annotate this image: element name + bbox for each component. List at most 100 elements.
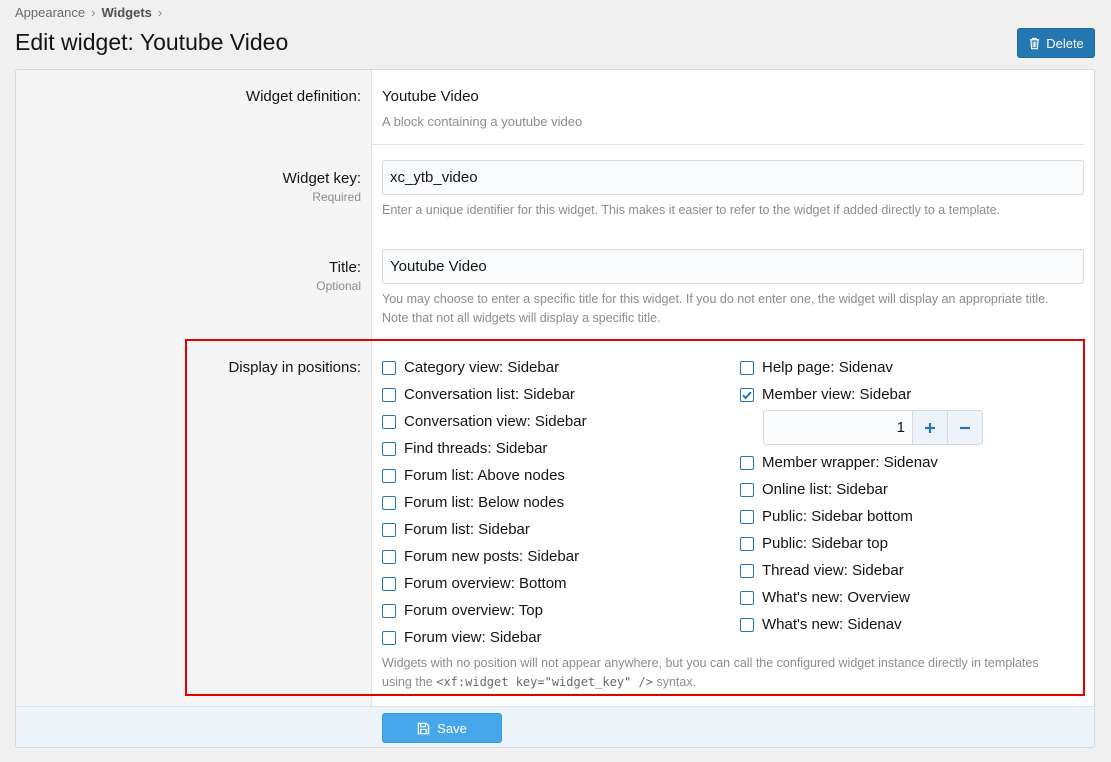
widget-key-required: Required xyxy=(312,190,361,204)
title-hint-line-2: Note that not all widgets will display a… xyxy=(382,311,661,325)
position-member-view-sidebar[interactable]: Member view: Sidebar xyxy=(740,386,911,403)
checkbox[interactable] xyxy=(382,468,396,483)
checkbox[interactable] xyxy=(382,387,396,402)
position-label: Conversation list: Sidebar xyxy=(404,386,575,403)
position-label: Member wrapper: Sidenav xyxy=(762,454,938,471)
position-whats-new-sidenav[interactable]: What's new: Sidenav xyxy=(740,616,902,633)
delete-button-label: Delete xyxy=(1046,35,1084,51)
position-forum-list-above-nodes[interactable]: Forum list: Above nodes xyxy=(382,467,565,484)
position-conversation-list-sidebar[interactable]: Conversation list: Sidebar xyxy=(382,386,575,403)
position-online-list-sidebar[interactable]: Online list: Sidebar xyxy=(740,481,888,498)
position-label: Category view: Sidebar xyxy=(404,359,560,376)
position-label: Forum view: Sidebar xyxy=(404,629,542,646)
position-forum-overview-bottom[interactable]: Forum overview: Bottom xyxy=(382,575,567,592)
display-order-stepper: 1 xyxy=(763,410,983,445)
position-label: What's new: Overview xyxy=(762,589,910,606)
save-button[interactable]: Save xyxy=(382,713,502,743)
delete-button[interactable]: Delete xyxy=(1017,28,1095,58)
title-label: Title: xyxy=(329,259,361,276)
position-thread-view-sidebar[interactable]: Thread view: Sidebar xyxy=(740,562,904,579)
title-input[interactable] xyxy=(382,249,1084,284)
checkbox[interactable] xyxy=(382,441,396,456)
widget-key-input[interactable] xyxy=(382,160,1084,195)
widget-form: Widget definition: Youtube Video A block… xyxy=(15,69,1095,748)
checkbox[interactable] xyxy=(382,522,396,537)
checkbox[interactable] xyxy=(382,603,396,618)
checkbox[interactable] xyxy=(740,455,754,470)
checkbox[interactable] xyxy=(382,549,396,564)
breadcrumb-widgets[interactable]: Widgets xyxy=(101,5,151,20)
definition-label: Widget definition: xyxy=(245,88,361,105)
position-public-sidebar-bottom[interactable]: Public: Sidebar bottom xyxy=(740,508,913,525)
position-whats-new-overview[interactable]: What's new: Overview xyxy=(740,589,910,606)
positions-label: Display in positions: xyxy=(228,359,361,376)
position-label: Help page: Sidenav xyxy=(762,359,893,376)
checkbox[interactable] xyxy=(740,617,754,632)
checkbox[interactable] xyxy=(740,563,754,578)
plus-icon xyxy=(925,422,935,433)
page-title: Edit widget: Youtube Video xyxy=(15,29,289,55)
position-label: What's new: Sidenav xyxy=(762,616,902,633)
positions-hint: Widgets with no position will not appear… xyxy=(382,654,1094,692)
form-footer: Save xyxy=(16,706,1094,747)
position-label: Forum list: Sidebar xyxy=(404,521,530,538)
save-icon xyxy=(417,722,430,734)
position-label: Conversation view: Sidebar xyxy=(404,413,587,430)
position-label: Find threads: Sidebar xyxy=(404,440,548,457)
save-button-label: Save xyxy=(437,720,467,736)
decrement-button[interactable] xyxy=(947,411,982,444)
position-member-wrapper-sidenav[interactable]: Member wrapper: Sidenav xyxy=(740,454,938,471)
position-public-sidebar-top[interactable]: Public: Sidebar top xyxy=(740,535,888,552)
display-order-value[interactable]: 1 xyxy=(764,411,912,444)
position-label: Online list: Sidebar xyxy=(762,481,888,498)
title-optional: Optional xyxy=(316,279,361,293)
breadcrumb: Appearance › Widgets › xyxy=(15,5,162,20)
position-label: Thread view: Sidebar xyxy=(762,562,904,579)
checkbox-checked[interactable] xyxy=(740,387,754,402)
position-label: Public: Sidebar top xyxy=(762,535,888,552)
widget-key-hint: Enter a unique identifier for this widge… xyxy=(382,203,1001,217)
checkbox[interactable] xyxy=(740,360,754,375)
position-label: Forum overview: Bottom xyxy=(404,575,567,592)
checkbox[interactable] xyxy=(382,360,396,375)
trash-icon xyxy=(1030,37,1040,49)
chevron-right-icon: › xyxy=(157,5,163,20)
positions-hint-line-1: Widgets with no position will not appear… xyxy=(382,656,1039,670)
divider xyxy=(372,144,1084,145)
checkbox[interactable] xyxy=(382,576,396,591)
chevron-right-icon: › xyxy=(91,5,96,20)
checkbox[interactable] xyxy=(740,536,754,551)
definition-value: Youtube Video xyxy=(382,88,479,105)
checkbox[interactable] xyxy=(740,509,754,524)
title-hint: You may choose to enter a specific title… xyxy=(382,290,1082,328)
position-label: Forum overview: Top xyxy=(404,602,543,619)
definition-description: A block containing a youtube video xyxy=(382,114,583,129)
position-forum-overview-top[interactable]: Forum overview: Top xyxy=(382,602,543,619)
title-hint-line-1: You may choose to enter a specific title… xyxy=(382,292,1049,306)
position-conversation-view-sidebar[interactable]: Conversation view: Sidebar xyxy=(382,413,587,430)
checkbox[interactable] xyxy=(382,495,396,510)
position-forum-list-sidebar[interactable]: Forum list: Sidebar xyxy=(382,521,530,538)
position-label: Forum list: Below nodes xyxy=(404,494,565,511)
increment-button[interactable] xyxy=(912,411,947,444)
position-category-view-sidebar[interactable]: Category view: Sidebar xyxy=(382,359,559,376)
positions-hint-line-2: using the <xf:widget key="widget_key" />… xyxy=(382,675,697,689)
checkbox[interactable] xyxy=(382,414,396,429)
position-forum-new-posts-sidebar[interactable]: Forum new posts: Sidebar xyxy=(382,548,579,565)
position-forum-list-below-nodes[interactable]: Forum list: Below nodes xyxy=(382,494,564,511)
position-find-threads-sidebar[interactable]: Find threads: Sidebar xyxy=(382,440,547,457)
position-help-page-sidenav[interactable]: Help page: Sidenav xyxy=(740,359,893,376)
position-label: Forum list: Above nodes xyxy=(404,467,565,484)
checkbox[interactable] xyxy=(740,482,754,497)
label-column xyxy=(16,70,372,706)
position-label: Public: Sidebar bottom xyxy=(762,508,913,525)
checkbox[interactable] xyxy=(382,630,396,645)
position-label: Forum new posts: Sidebar xyxy=(404,548,580,565)
breadcrumb-appearance[interactable]: Appearance xyxy=(15,5,85,20)
checkbox[interactable] xyxy=(740,590,754,605)
check-icon xyxy=(742,391,752,399)
position-forum-view-sidebar[interactable]: Forum view: Sidebar xyxy=(382,629,542,646)
position-label: Member view: Sidebar xyxy=(762,386,912,403)
minus-icon xyxy=(960,426,970,429)
widget-code-snippet: <xf:widget key="widget_key" /> xyxy=(436,675,653,689)
